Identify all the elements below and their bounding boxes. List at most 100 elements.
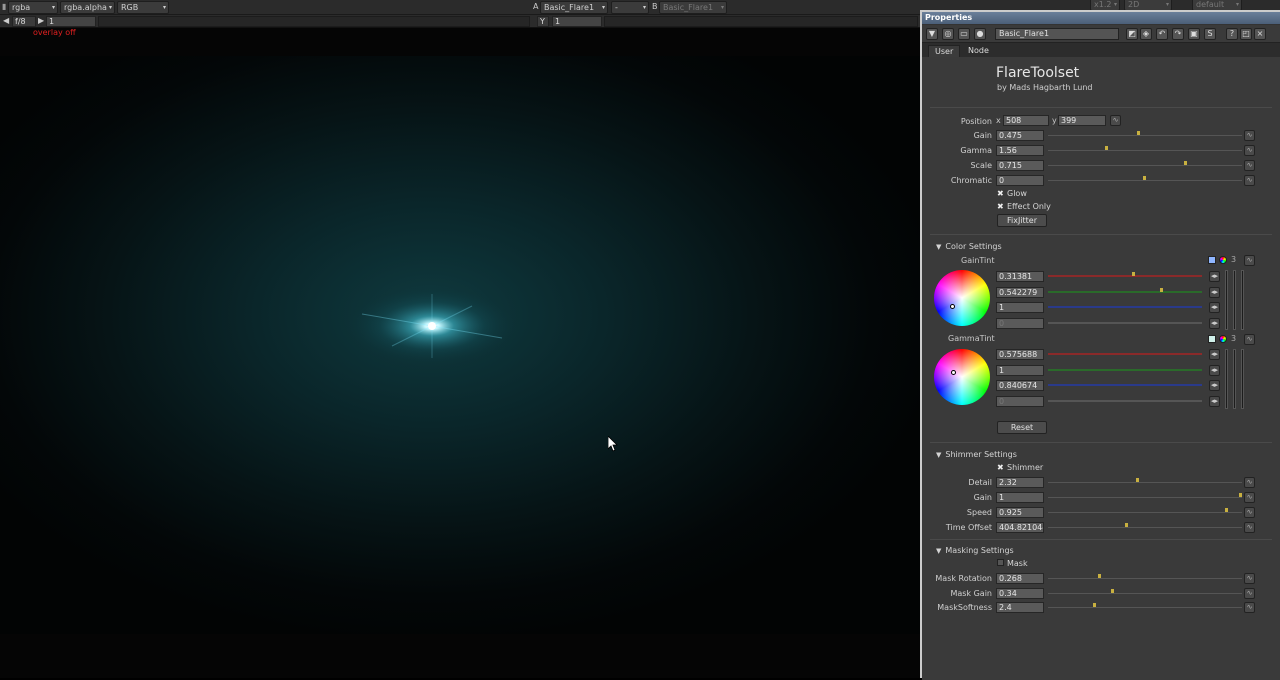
spin-icon[interactable]: ◂▸ (1209, 365, 1220, 376)
help-icon[interactable]: ◈ (1140, 28, 1152, 40)
shimmer-gain-input[interactable]: 1 (996, 492, 1044, 503)
curve-icon[interactable]: ∿ (1244, 588, 1255, 599)
curve-icon[interactable]: ∿ (1244, 477, 1255, 488)
gaintint-r-input[interactable]: 0.31381 (996, 271, 1044, 282)
play-icon[interactable]: ▶ (38, 16, 44, 25)
curve-icon[interactable]: ∿ (1244, 130, 1255, 141)
gain-input[interactable]: 0.475 (996, 130, 1044, 141)
color-settings-section[interactable]: ▼ Color Settings (936, 242, 1002, 251)
node-name-field[interactable]: Basic_Flare1 (995, 28, 1119, 40)
speed-input[interactable]: 0.925 (996, 507, 1044, 518)
curve-icon[interactable]: ∿ (1244, 522, 1255, 533)
time-offset-input[interactable]: 404.821044 (996, 522, 1044, 533)
float-icon[interactable]: ▣ (1188, 28, 1200, 40)
gammatint-g-slider[interactable] (1048, 365, 1202, 376)
gammatint-a-slider[interactable] (1048, 396, 1202, 407)
chromatic-input[interactable]: 0 (996, 175, 1044, 186)
shimmer-checkbox[interactable]: ✖ Shimmer (997, 463, 1043, 473)
center-icon[interactable]: ◎ (942, 28, 954, 40)
effect-only-checkbox[interactable]: ✖ Effect Only (997, 202, 1051, 212)
tab-node[interactable]: Node (962, 45, 995, 57)
spin-icon[interactable]: ◂▸ (1209, 287, 1220, 298)
curve-icon[interactable]: ∿ (1110, 115, 1121, 126)
revert-icon[interactable]: ◩ (1126, 28, 1138, 40)
alpha-dropdown[interactable]: rgba.alpha ▾ (60, 1, 115, 14)
spin-icon[interactable]: ◂▸ (1209, 271, 1220, 282)
spin-icon[interactable]: ◂▸ (1209, 302, 1220, 313)
curve-icon[interactable]: ∿ (1244, 175, 1255, 186)
color-wheel-icon[interactable] (1219, 256, 1227, 264)
gaintint-a-input[interactable]: 0 (996, 318, 1044, 329)
curve-icon[interactable]: ∿ (1244, 334, 1255, 345)
gaintint-a-slider[interactable] (1048, 318, 1202, 329)
curve-icon[interactable]: ∿ (1244, 145, 1255, 156)
mask-gain-slider[interactable] (1048, 588, 1242, 599)
curve-icon[interactable]: ∿ (1244, 255, 1255, 266)
mask-rotation-slider[interactable] (1048, 573, 1242, 584)
gammatint-r-slider[interactable] (1048, 349, 1202, 360)
gamma-slider[interactable] (604, 16, 918, 27)
gamma-input[interactable]: 1.56 (996, 145, 1044, 156)
close-icon[interactable]: × (1254, 28, 1266, 40)
b-input-dropdown[interactable]: Basic_Flare1 ▾ (659, 1, 727, 14)
viewer[interactable]: ▮ rgba ▾ rgba.alpha ▾ RGB ▾ A Basic_Flare1 ▾… (0, 0, 920, 678)
color-wheel-icon[interactable] (1219, 335, 1227, 343)
gaintint-b-slider[interactable] (1048, 302, 1202, 313)
speed-slider[interactable] (1048, 507, 1242, 518)
gammatint-swatch[interactable] (1208, 335, 1216, 343)
shimmer-gain-slider[interactable] (1048, 492, 1242, 503)
slider-knob[interactable] (1143, 176, 1146, 180)
mask-rotation-input[interactable]: 0.268 (996, 573, 1044, 584)
undo-icon[interactable]: ↶ (1156, 28, 1168, 40)
position-x-input[interactable]: 508 (1003, 115, 1049, 126)
glow-checkbox[interactable]: ✖ Glow (997, 189, 1027, 199)
time-offset-slider[interactable] (1048, 522, 1242, 533)
position-y-input[interactable]: 399 (1058, 115, 1106, 126)
gammatint-b-slider[interactable] (1048, 380, 1202, 391)
spin-icon[interactable]: ◂▸ (1209, 380, 1220, 391)
wheel-picker-handle[interactable] (951, 370, 956, 375)
gammatint-color-wheel[interactable] (934, 349, 990, 405)
spin-icon[interactable]: ◂▸ (1209, 318, 1220, 329)
mask-gain-input[interactable]: 0.34 (996, 588, 1044, 599)
gain-slider[interactable] (98, 16, 530, 27)
gammatint-b-input[interactable]: 0.840674 (996, 380, 1044, 391)
slider-knob[interactable] (1105, 146, 1108, 150)
scale-input[interactable]: 0.715 (996, 160, 1044, 171)
collapse-icon[interactable]: ▼ (926, 28, 938, 40)
chromatic-slider[interactable] (1048, 175, 1242, 186)
gammatint-r-input[interactable]: 0.575688 (996, 349, 1044, 360)
redo-icon[interactable]: ↷ (1172, 28, 1184, 40)
spin-icon[interactable]: ◂▸ (1209, 349, 1220, 360)
a-input-dropdown[interactable]: Basic_Flare1 ▾ (540, 1, 608, 14)
wheel-picker-handle[interactable] (950, 304, 955, 309)
slider-knob[interactable] (1125, 523, 1128, 527)
detail-input[interactable]: 2.32 (996, 477, 1044, 488)
color-picker-icon[interactable]: ● (974, 28, 986, 40)
mask-softness-slider[interactable] (1048, 602, 1242, 613)
gaintint-color-wheel[interactable] (934, 270, 990, 326)
gaintint-r-slider[interactable] (1048, 271, 1202, 282)
gamma-slider[interactable] (1048, 145, 1242, 156)
slider-knob[interactable] (1239, 493, 1242, 497)
restore-icon[interactable]: ◰ (1240, 28, 1252, 40)
channels-dropdown[interactable]: rgba ▾ (8, 1, 58, 14)
shimmer-settings-section[interactable]: ▼ Shimmer Settings (936, 450, 1017, 459)
gammatint-a-input[interactable]: 0 (996, 396, 1044, 407)
gaintint-g-input[interactable]: 0.542279 (996, 287, 1044, 298)
question-icon[interactable]: ? (1226, 28, 1238, 40)
fixjitter-button[interactable]: FixJitter (997, 214, 1047, 227)
mask-checkbox[interactable]: Mask (997, 559, 1028, 569)
slider-knob[interactable] (1137, 131, 1140, 135)
mask-softness-input[interactable]: 2.4 (996, 602, 1044, 613)
gamma-field[interactable]: 1 (552, 16, 602, 27)
curve-icon[interactable]: ∿ (1244, 507, 1255, 518)
curve-icon[interactable]: ∿ (1244, 492, 1255, 503)
gaintint-swatch[interactable] (1208, 256, 1216, 264)
colorspace-dropdown[interactable]: RGB ▾ (117, 1, 169, 14)
fstop-field[interactable]: f/8 (12, 16, 36, 27)
viewer-canvas[interactable] (0, 56, 920, 634)
gain-field[interactable]: 1 (46, 16, 96, 27)
gain-slider[interactable] (1048, 130, 1242, 141)
reset-button[interactable]: Reset (997, 421, 1047, 434)
